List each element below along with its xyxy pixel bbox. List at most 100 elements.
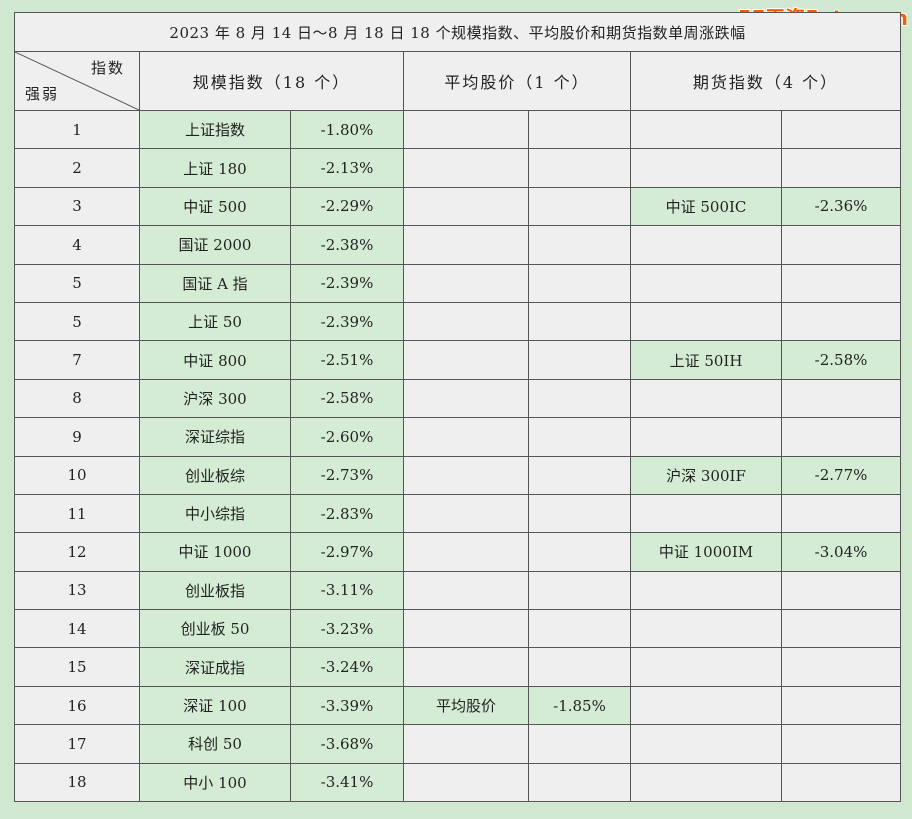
corner-top-label: 指数 — [90, 59, 125, 77]
futures-change — [780, 109, 902, 150]
table-row: 5 国证 A 指 -2.39% — [14, 263, 902, 303]
futures-name: 沪深 300IF — [630, 455, 782, 495]
corner-header: 指数 强弱 — [14, 51, 140, 111]
avg-price-change — [528, 647, 631, 687]
futures-change — [780, 493, 902, 534]
scale-index-name: 上证 180 — [139, 148, 291, 188]
scale-index-change: -3.11% — [290, 570, 404, 611]
table-row: 7 中证 800 -2.51% 上证 50IH -2.58% — [14, 340, 902, 380]
avg-price-name — [403, 340, 529, 380]
table-row: 11 中小综指 -2.83% — [14, 493, 902, 534]
scale-index-change: -2.51% — [290, 340, 404, 380]
scale-index-change: -3.39% — [290, 685, 404, 726]
futures-name — [630, 762, 782, 803]
avg-price-name — [403, 493, 529, 534]
table-row: 4 国证 2000 -2.38% — [14, 225, 902, 265]
scale-index-change: -2.83% — [290, 493, 404, 534]
scale-index-change: -2.60% — [290, 417, 404, 457]
scale-index-name: 上证 50 — [139, 301, 291, 342]
avg-price-change — [528, 724, 631, 764]
table-row: 14 创业板 50 -3.23% — [14, 609, 902, 649]
scale-index-change: -3.24% — [290, 647, 404, 687]
header-row: 指数 强弱 规模指数（18 个） 平均股价（1 个） 期货指数（4 个） — [14, 51, 902, 111]
avg-price-name — [403, 532, 529, 572]
scale-index-name: 中证 800 — [139, 340, 291, 380]
header-futures: 期货指数（4 个） — [629, 51, 902, 111]
table-row: 8 沪深 300 -2.58% — [14, 378, 902, 419]
rank-cell: 1 — [14, 109, 140, 150]
table-row: 2 上证 180 -2.13% — [14, 148, 902, 188]
futures-name — [630, 724, 782, 764]
avg-price-change — [528, 493, 631, 534]
rank-cell: 18 — [14, 762, 140, 803]
avg-price-name — [403, 186, 529, 227]
rank-cell: 2 — [14, 148, 140, 188]
header-scale: 规模指数（18 个） — [139, 51, 404, 111]
futures-name — [630, 109, 782, 150]
table-row: 9 深证综指 -2.60% — [14, 417, 902, 457]
futures-change — [780, 685, 902, 726]
table-row: 10 创业板综 -2.73% 沪深 300IF -2.77% — [14, 455, 902, 495]
avg-price-change: -1.85% — [528, 685, 631, 726]
table-row: 13 创业板指 -3.11% — [14, 570, 902, 611]
avg-price-change — [528, 532, 631, 572]
avg-price-name — [403, 301, 529, 342]
rank-cell: 15 — [14, 647, 140, 687]
scale-index-name: 创业板综 — [139, 455, 291, 495]
rank-cell: 13 — [14, 570, 140, 611]
scale-index-change: -2.97% — [290, 532, 404, 572]
avg-price-name — [403, 378, 529, 419]
futures-change: -2.36% — [780, 186, 902, 227]
table-row: 5 上证 50 -2.39% — [14, 301, 902, 342]
table-row: 15 深证成指 -3.24% — [14, 647, 902, 687]
futures-name — [630, 609, 782, 649]
futures-name — [630, 417, 782, 457]
rank-cell: 14 — [14, 609, 140, 649]
futures-change — [780, 647, 902, 687]
rank-cell: 17 — [14, 724, 140, 764]
title-row: 2023 年 8 月 14 日～8 月 18 日 18 个规模指数、平均股价和期… — [13, 12, 902, 52]
futures-name — [630, 148, 782, 188]
table-row: 3 中证 500 -2.29% 中证 500IC -2.36% — [14, 186, 902, 227]
scale-index-name: 科创 50 — [139, 724, 291, 764]
avg-price-name — [403, 647, 529, 687]
scale-index-name: 中小综指 — [139, 493, 291, 534]
futures-name — [630, 493, 782, 534]
avg-price-change — [528, 762, 631, 803]
avg-price-change — [528, 263, 631, 303]
scale-index-change: -2.73% — [290, 455, 404, 495]
scale-index-name: 沪深 300 — [139, 378, 291, 419]
avg-price-change — [528, 417, 631, 457]
rank-cell: 5 — [14, 263, 140, 303]
rank-cell: 5 — [14, 301, 140, 342]
futures-change — [780, 762, 902, 803]
avg-price-name — [403, 263, 529, 303]
rank-cell: 12 — [14, 532, 140, 572]
scale-index-name: 深证综指 — [139, 417, 291, 457]
avg-price-change — [528, 301, 631, 342]
futures-change — [780, 570, 902, 611]
avg-price-name: 平均股价 — [403, 685, 529, 726]
scale-index-change: -2.38% — [290, 225, 404, 265]
avg-price-name — [403, 109, 529, 150]
avg-price-change — [528, 609, 631, 649]
rank-cell: 16 — [14, 685, 140, 726]
futures-change — [780, 148, 902, 188]
futures-change — [780, 301, 902, 342]
avg-price-change — [528, 109, 631, 150]
avg-price-name — [403, 417, 529, 457]
avg-price-name — [403, 455, 529, 495]
rank-cell: 9 — [14, 417, 140, 457]
futures-name — [630, 263, 782, 303]
avg-price-name — [403, 724, 529, 764]
futures-change: -2.58% — [780, 340, 902, 380]
table-row: 12 中证 1000 -2.97% 中证 1000IM -3.04% — [14, 532, 902, 572]
futures-name — [630, 378, 782, 419]
rank-cell: 7 — [14, 340, 140, 380]
avg-price-change — [528, 148, 631, 188]
scale-index-name: 中小 100 — [139, 762, 291, 803]
scale-index-name: 国证 A 指 — [139, 263, 291, 303]
avg-price-name — [403, 570, 529, 611]
avg-price-name — [403, 762, 529, 803]
avg-price-change — [528, 378, 631, 419]
